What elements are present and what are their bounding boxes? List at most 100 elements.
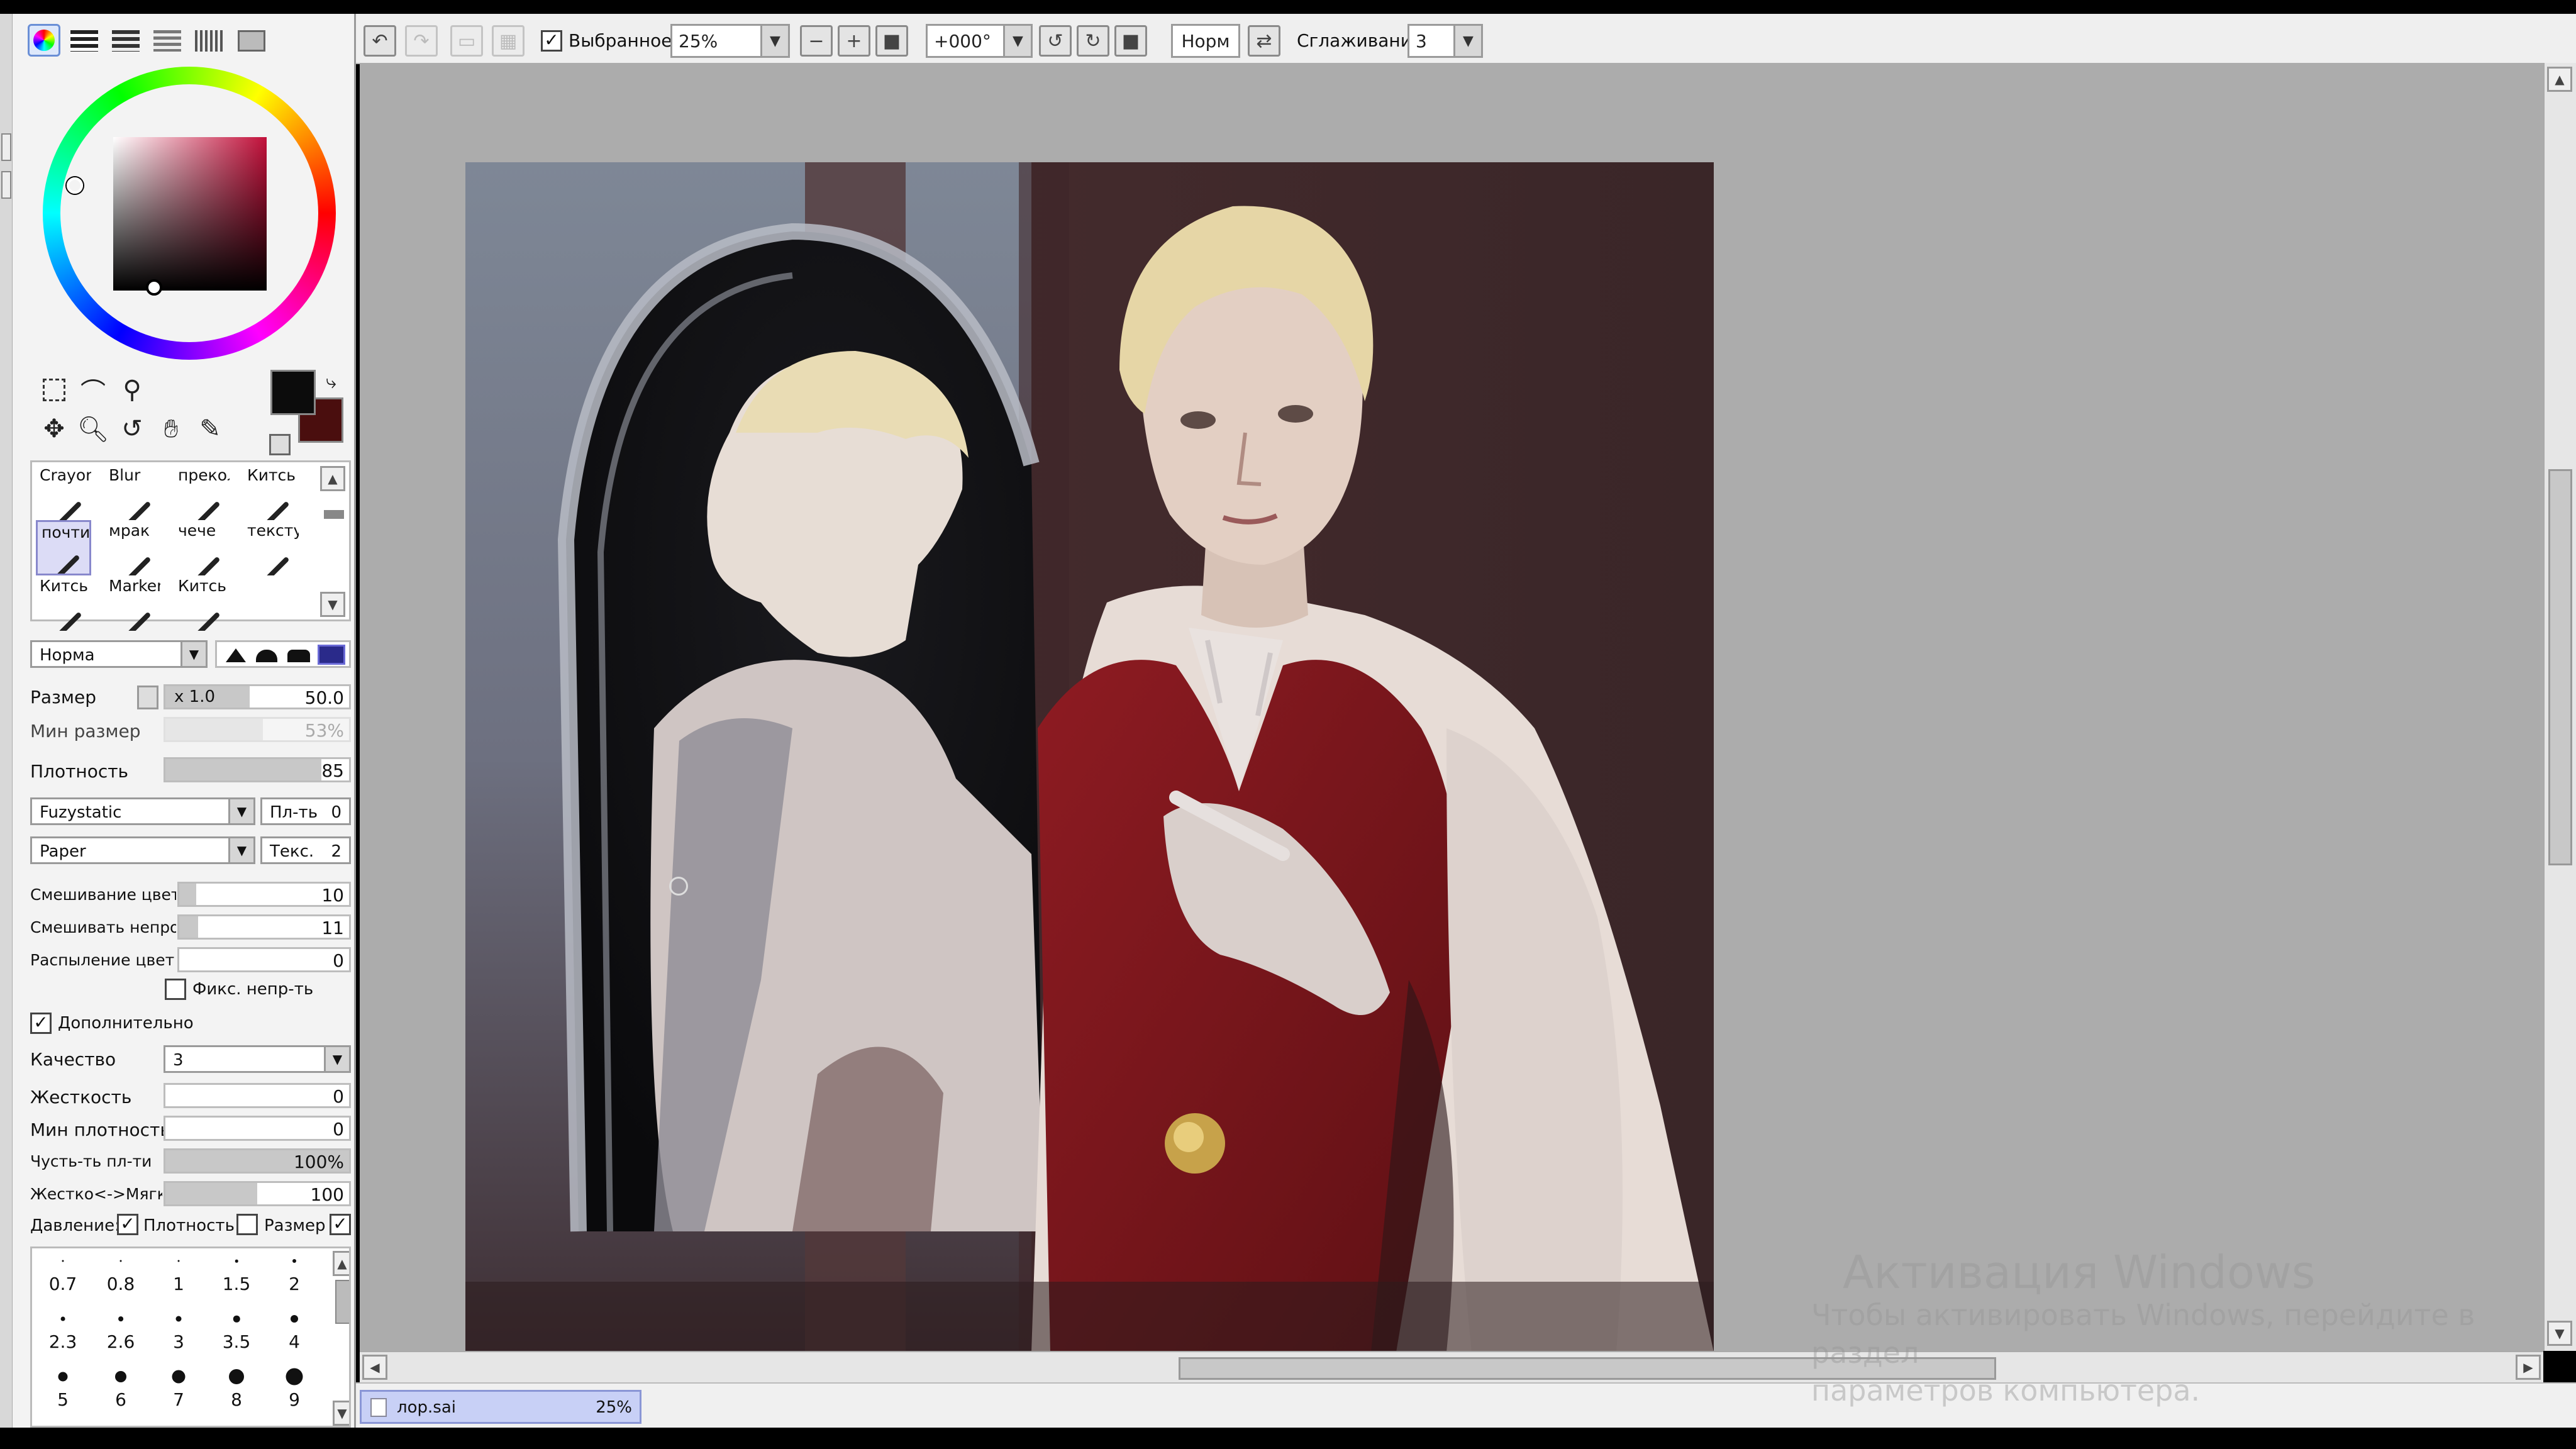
move-icon[interactable]: ✥ (38, 413, 70, 445)
color-mixer-icon[interactable] (153, 30, 181, 52)
invert-selection-button[interactable]: ▦ (492, 25, 525, 57)
transparent-color-icon[interactable] (269, 434, 291, 455)
pressure-size-checkbox[interactable] (236, 1214, 258, 1235)
hard-soft-slider[interactable]: 100 (164, 1181, 351, 1206)
size-preset[interactable]: 0.8 (92, 1250, 149, 1307)
blend-mode-button[interactable]: Норм (1171, 24, 1240, 58)
sv-square[interactable] (113, 137, 267, 291)
brush-scroll-thumb[interactable] (324, 510, 344, 519)
size-preset[interactable]: 4 (266, 1307, 323, 1365)
size-lock-toggle[interactable] (137, 686, 158, 709)
hand-icon[interactable]: ✋︎ (155, 413, 187, 445)
size-preset[interactable]: 8 (208, 1365, 265, 1423)
zoom-icon[interactable]: 🔍︎ (77, 413, 109, 445)
brush-shape-select[interactable]: Fuzystatic ▼ (30, 797, 255, 825)
sv-cursor[interactable] (146, 279, 162, 296)
presets-scroll-down-button[interactable]: ▼ (333, 1401, 349, 1426)
size-preset[interactable]: 2.6 (92, 1307, 149, 1365)
scroll-left-button[interactable]: ◀ (362, 1355, 387, 1380)
tip-medium-icon[interactable] (256, 650, 277, 662)
size-preset[interactable]: 6 (92, 1365, 149, 1423)
artwork-canvas[interactable] (465, 162, 1714, 1352)
pressure-extra-checkbox[interactable] (330, 1214, 351, 1235)
rotate-left-button[interactable]: ↺ (1039, 25, 1072, 57)
rotation-reset-button[interactable]: ■ (1114, 25, 1147, 57)
document-tab[interactable]: лор.sai 25% (360, 1390, 641, 1424)
tip-sharp-icon[interactable] (226, 648, 246, 662)
brush-cell[interactable]: Китсь (36, 575, 91, 631)
swap-colors-icon[interactable]: ⤷ (326, 371, 336, 393)
zoom-reset-button[interactable]: ■ (875, 25, 908, 57)
advanced-checkbox[interactable] (30, 1013, 52, 1034)
flip-canvas-button[interactable]: ⇄ (1248, 25, 1280, 57)
spray-color-slider[interactable]: 0 (177, 947, 351, 972)
brush-texture-select[interactable]: Paper ▼ (30, 836, 255, 864)
brush-texture-param[interactable]: Текс. 2 (260, 836, 351, 864)
pressure-sensitivity-slider[interactable]: 100% (164, 1148, 351, 1174)
fix-opacity-checkbox[interactable] (165, 979, 186, 1000)
rotate-icon[interactable]: ↺ (116, 413, 148, 445)
hue-cursor[interactable] (67, 177, 83, 194)
brush-cell[interactable]: Китсь (174, 575, 230, 631)
tip-soft-icon[interactable] (287, 650, 310, 662)
brush-cell[interactable]: Китсь (243, 465, 299, 520)
pressure-density-checkbox[interactable] (117, 1214, 138, 1235)
hsv-slider-mode-icon[interactable] (112, 30, 140, 52)
blend-opacity-slider[interactable]: 11 (177, 914, 351, 940)
size-preset[interactable]: 2.3 (35, 1307, 91, 1365)
dock-toggle-button[interactable] (1, 133, 11, 161)
deselect-button[interactable]: ▭ (450, 25, 483, 57)
rgb-slider-mode-icon[interactable] (70, 30, 98, 52)
color-wheel[interactable] (43, 67, 336, 360)
size-preset[interactable]: 3 (150, 1307, 207, 1365)
min-size-slider[interactable]: 53% (164, 717, 351, 742)
min-density-slider[interactable]: 0 (164, 1116, 351, 1141)
color-wheel-mode-icon[interactable] (28, 24, 60, 57)
brush-cell[interactable]: мрак (105, 520, 160, 575)
presets-scroll-thumb[interactable] (335, 1280, 349, 1324)
vertical-scrollbar[interactable]: ▲ ▼ (2543, 63, 2576, 1351)
undo-button[interactable]: ↶ (364, 25, 396, 57)
brush-scroll-down-button[interactable]: ▼ (320, 592, 345, 617)
eyedropper-icon[interactable]: ✎ (194, 413, 226, 445)
favorites-checkbox[interactable] (541, 30, 562, 52)
zoom-combo[interactable]: 25% ▼ (670, 24, 790, 58)
brush-cell[interactable]: текстур (243, 520, 299, 575)
brush-cell[interactable]: Crayon (36, 465, 91, 520)
scroll-up-button[interactable]: ▲ (2547, 67, 2572, 92)
size-preset[interactable]: 1 (150, 1250, 207, 1307)
size-slider[interactable]: x 1.0 50.0 (164, 684, 351, 709)
brush-cell[interactable]: прекол (174, 465, 230, 520)
brush-cell[interactable]: почти (36, 520, 91, 575)
zoom-out-button[interactable]: − (800, 25, 833, 57)
size-preset[interactable]: 7 (150, 1365, 207, 1423)
size-preset[interactable]: 1.5 (208, 1250, 265, 1307)
size-preset[interactable]: 0.7 (35, 1250, 91, 1307)
blend-color-slider[interactable]: 10 (177, 882, 351, 907)
scratchpad-icon[interactable] (238, 30, 265, 52)
swatches-icon[interactable] (195, 30, 223, 52)
magic-wand-icon[interactable]: ⚲ (116, 374, 148, 406)
vertical-scroll-thumb[interactable] (2548, 469, 2572, 865)
density-slider[interactable]: 85 (164, 757, 351, 782)
rotate-right-button[interactable]: ↻ (1077, 25, 1109, 57)
rect-select-icon[interactable] (38, 374, 70, 406)
brush-scroll-up-button[interactable]: ▲ (320, 466, 345, 491)
presets-scroll-up-button[interactable]: ▲ (333, 1251, 349, 1276)
primary-color-swatch[interactable] (270, 370, 316, 415)
dock-toggle-button[interactable] (1, 171, 11, 199)
rotation-combo[interactable]: +000° ▼ (926, 24, 1033, 58)
brush-cell[interactable]: Blur (105, 465, 160, 520)
quality-select[interactable]: 3 ▼ (164, 1045, 351, 1073)
lasso-icon[interactable]: ⌒ (77, 374, 109, 407)
brush-blend-mode-select[interactable]: Норма ▼ (30, 640, 208, 668)
size-preset[interactable]: 2 (266, 1250, 323, 1307)
brush-cell[interactable]: Marker (105, 575, 160, 631)
size-preset[interactable]: 9 (266, 1365, 323, 1423)
tip-flat-icon[interactable] (318, 645, 345, 665)
hardness-slider[interactable]: 0 (164, 1083, 351, 1108)
brush-shape-param[interactable]: Пл-ть 0 (260, 797, 351, 825)
brush-cell[interactable]: чече (174, 520, 230, 575)
redo-button[interactable]: ↷ (405, 25, 438, 57)
stabilizer-combo[interactable]: 3 ▼ (1407, 24, 1483, 58)
